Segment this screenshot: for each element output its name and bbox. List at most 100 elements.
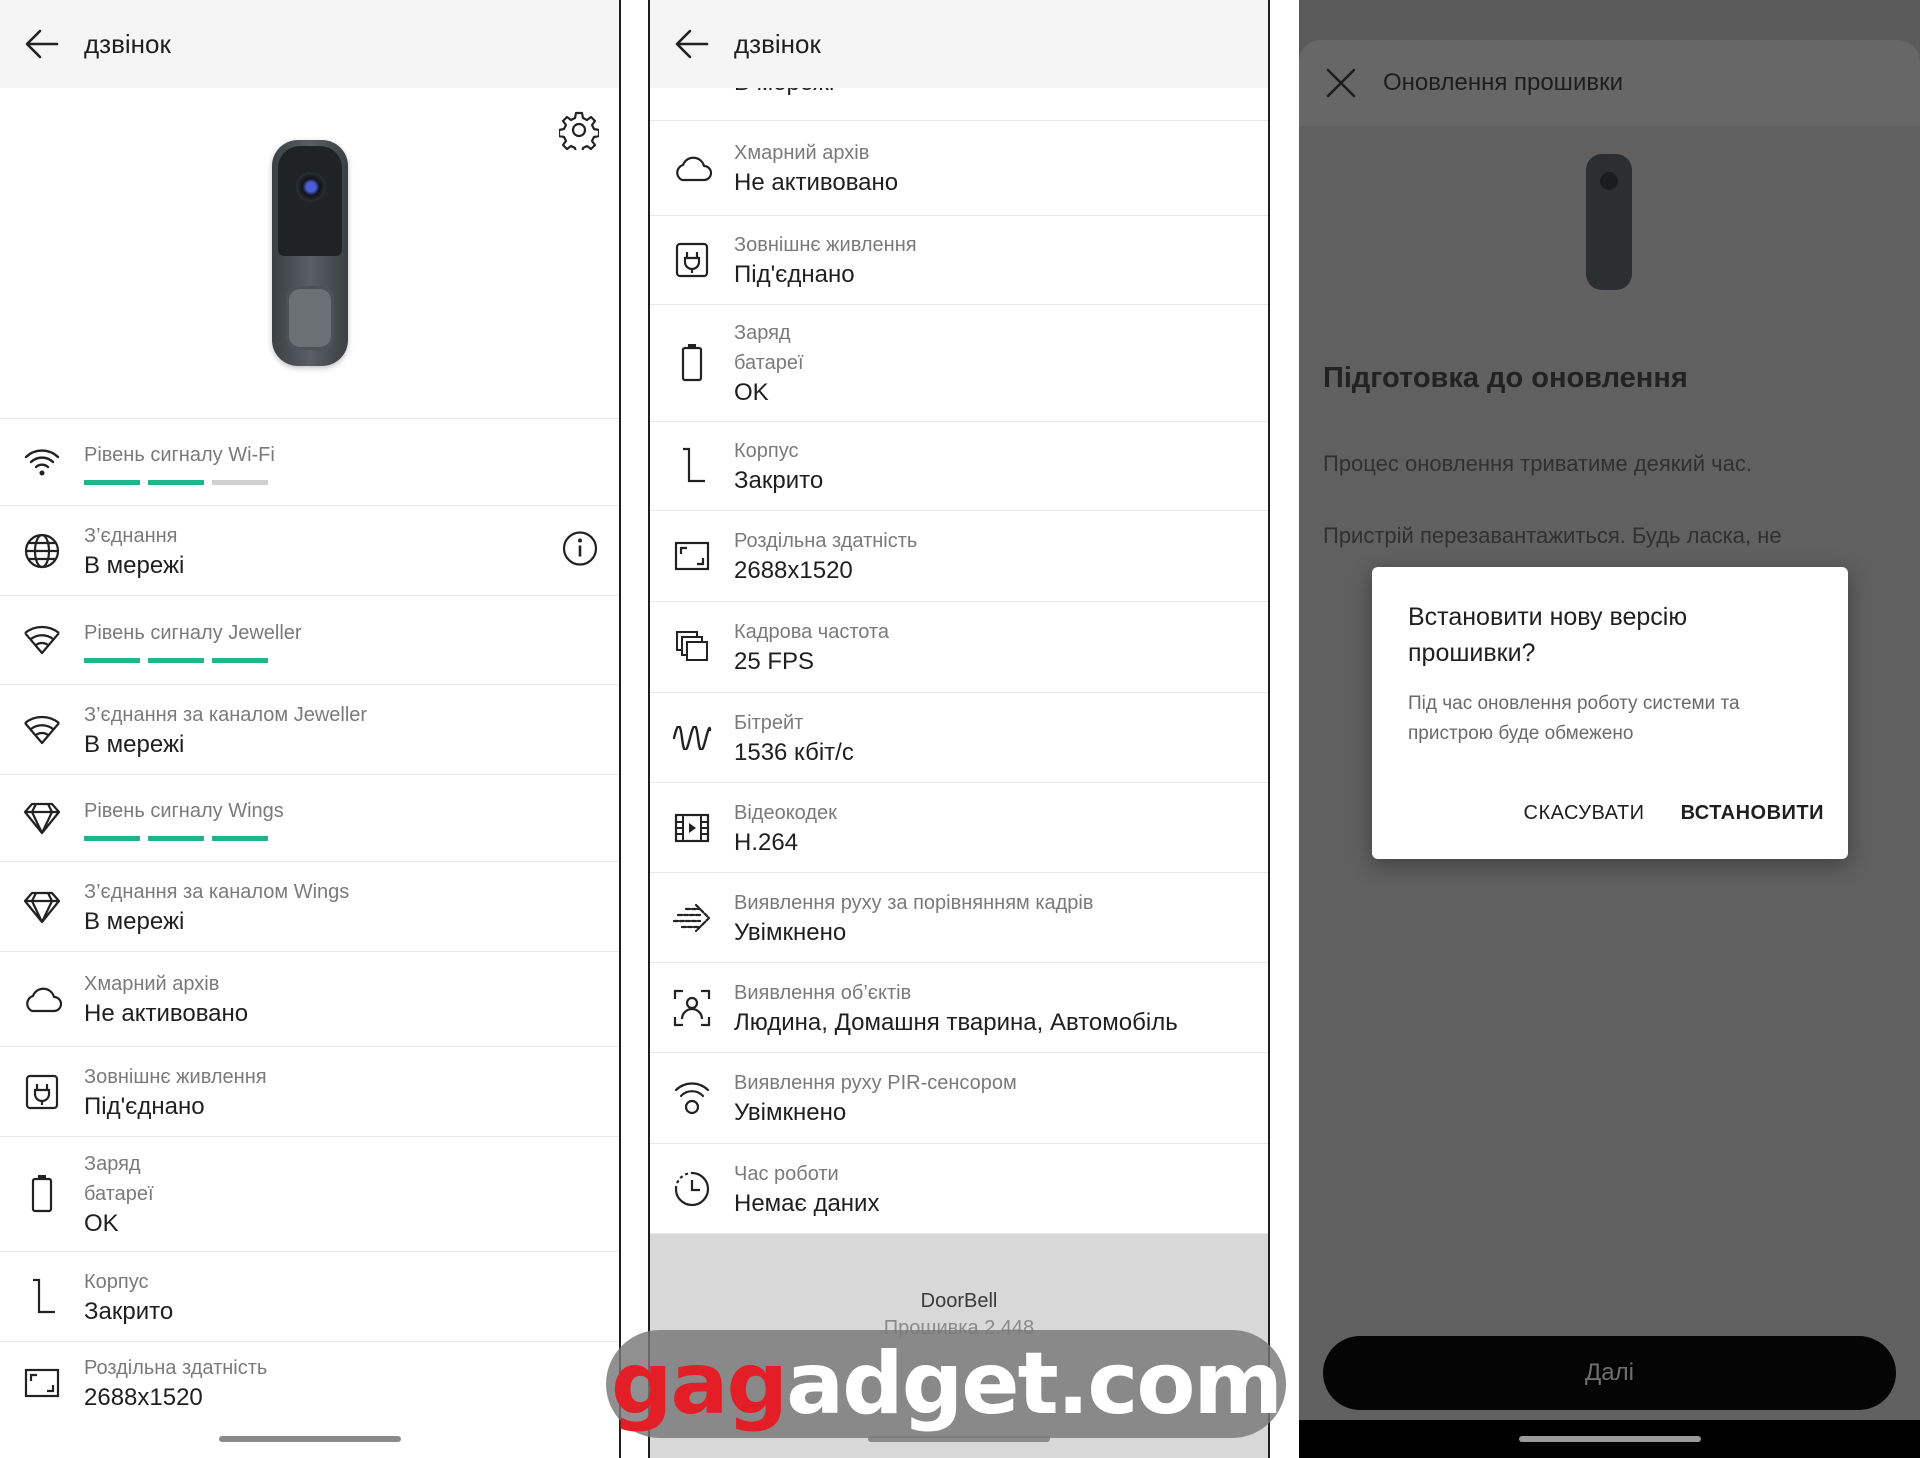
sheet-header: Оновлення прошивки xyxy=(1299,40,1920,126)
list-item-uptime[interactable]: Час роботи Немає даних xyxy=(650,1144,1268,1234)
list-item-resolution[interactable]: Роздільна здатність 2688x1520 xyxy=(0,1342,619,1424)
pir-sensor-icon xyxy=(650,1080,734,1116)
row-label: Кадрова частота xyxy=(734,621,889,643)
list-item-wings-signal[interactable]: Рівень сигналу Wings xyxy=(0,775,619,862)
doorbell-image xyxy=(272,140,348,366)
row-label: Заряд xyxy=(84,1153,141,1175)
resolution-icon xyxy=(650,541,734,571)
dialog-title: Встановити нову версію прошивки? xyxy=(1408,603,1688,667)
row-value: Під'єднано xyxy=(84,1092,205,1120)
list-item-frame-rate[interactable]: Кадрова частота 25 FPS xyxy=(650,602,1268,693)
watermark-part-1: ga xyxy=(610,1334,729,1434)
row-label-line2: батареї xyxy=(734,352,804,374)
sheet-title: Оновлення прошивки xyxy=(1383,69,1623,96)
row-label: Хмарний архів xyxy=(734,142,870,164)
cloud-icon xyxy=(650,154,734,182)
list-item-external-power[interactable]: Зовнішнє живлення Під'єднано xyxy=(650,216,1268,305)
row-label: Роздільна здатність xyxy=(734,530,918,552)
cancel-button[interactable]: СКАСУВАТИ xyxy=(1524,802,1645,825)
list-item-cloud-archive[interactable]: Хмарний архів Не активовано xyxy=(650,121,1268,216)
list-item-wings-connection[interactable]: З’єднання за каналом Wings В мережі xyxy=(0,862,619,952)
watermark-part-2: g xyxy=(726,1334,789,1434)
list-item-housing[interactable]: Корпус Закрито xyxy=(650,422,1268,511)
resolution-icon xyxy=(0,1368,84,1398)
list-item-wifi-signal[interactable]: Рівень сигналу Wi-Fi xyxy=(0,419,619,506)
row-label: Роздільна здатність xyxy=(84,1357,268,1379)
row-value: В мережі xyxy=(84,551,185,579)
list-item-video-codec[interactable]: Відеокодек H.264 xyxy=(650,783,1268,873)
wifi-icon xyxy=(0,447,84,477)
firmware-update-screen: Оновлення прошивки Підготовка до оновлен… xyxy=(1299,0,1920,1458)
row-label: З’єднання за каналом Jeweller xyxy=(84,703,368,726)
row-value: 2688x1520 xyxy=(734,557,853,584)
row-value: OK xyxy=(734,379,769,406)
list-item-battery[interactable]: Заряд батареї OK xyxy=(650,305,1268,422)
list-item-battery[interactable]: Заряд батареї OK xyxy=(0,1137,619,1252)
housing-icon xyxy=(0,1278,84,1316)
row-label-line2: батареї xyxy=(84,1183,154,1205)
signal-bars xyxy=(84,657,302,663)
row-value: OK xyxy=(84,1210,119,1237)
wings-icon xyxy=(0,890,84,924)
device-screen-left: дзвінок Рівень сигналу Wi-Fi З’єднання В… xyxy=(0,0,621,1458)
wings-icon xyxy=(0,801,84,835)
row-label: Час роботи xyxy=(734,1162,839,1185)
list-item-external-power[interactable]: Зовнішнє живлення Під'єднано xyxy=(0,1047,619,1137)
row-value: Закрито xyxy=(84,1297,174,1325)
row-label: Заряд xyxy=(734,322,791,344)
row-label: Відеокодек xyxy=(734,801,837,824)
row-label: Рівень сигналу Jeweller xyxy=(84,621,302,644)
row-value: Не активовано xyxy=(734,169,899,196)
install-button[interactable]: ВСТАНОВИТИ xyxy=(1681,802,1824,825)
list-item-pir-detection[interactable]: Виявлення руху PIR-сенсором Увімкнено xyxy=(650,1053,1268,1144)
list-item-resolution[interactable]: Роздільна здатність 2688x1520 xyxy=(650,511,1268,602)
row-value: H.264 xyxy=(734,828,799,856)
wave-icon xyxy=(650,725,734,750)
row-value: Увімкнено xyxy=(734,918,847,946)
jeweller-icon xyxy=(0,624,84,656)
globe-icon xyxy=(0,532,84,570)
motion-icon xyxy=(650,901,734,935)
back-arrow-icon[interactable] xyxy=(650,29,734,59)
row-value: Увімкнено xyxy=(734,1099,847,1126)
home-indicator xyxy=(218,1436,401,1442)
close-icon[interactable] xyxy=(1299,67,1383,99)
row-value: Людина, Домашня тварина, Автомобіль xyxy=(734,1008,1178,1036)
row-label: Зовнішнє живлення xyxy=(84,1065,267,1088)
row-label: Хмарний архів xyxy=(84,973,220,995)
battery-icon xyxy=(650,343,734,383)
page-title: дзвінок xyxy=(734,28,821,59)
list-item-housing[interactable]: Корпус Закрито xyxy=(0,1252,619,1342)
list-item-connection[interactable]: З’єднання В мережі xyxy=(0,506,619,596)
film-icon xyxy=(650,813,734,843)
device-model: DoorBell xyxy=(920,1290,998,1312)
row-value: В мережі xyxy=(84,907,185,935)
row-label: Корпус xyxy=(734,440,799,462)
list-item-bitrate[interactable]: Бітрейт 1536 кбіт/с xyxy=(650,693,1268,783)
power-plug-icon xyxy=(650,241,734,279)
row-label: Бітрейт xyxy=(734,711,804,734)
power-plug-icon xyxy=(0,1073,84,1111)
row-label: Рівень сигналу Wings xyxy=(84,799,284,822)
watermark-part-3: adget.com xyxy=(786,1334,1283,1434)
signal-bars xyxy=(84,835,284,841)
row-label: Виявлення об’єктів xyxy=(734,981,912,1004)
list-item-jeweller-connection[interactable]: З’єднання за каналом Jeweller В мережі xyxy=(0,685,619,775)
app-bar: дзвінок xyxy=(650,0,1268,88)
row-value: В мережі xyxy=(84,730,185,758)
update-text: Процес оновлення триватиме деякий час. xyxy=(1323,451,1752,476)
person-scan-icon xyxy=(650,989,734,1027)
list-item-cloud-archive[interactable]: Хмарний архів Не активовано xyxy=(0,952,619,1047)
list-item-object-detection[interactable]: Виявлення об’єктів Людина, Домашня твари… xyxy=(650,963,1268,1053)
gear-icon[interactable] xyxy=(557,110,601,155)
device-hero xyxy=(0,88,619,419)
back-arrow-icon[interactable] xyxy=(0,29,84,59)
list-item-motion-detection-frames[interactable]: Виявлення руху за порівнянням кадрів Уві… xyxy=(650,873,1268,963)
row-value: Не активовано xyxy=(84,1000,249,1027)
list-item-jeweller-signal[interactable]: Рівень сигналу Jeweller xyxy=(0,596,619,685)
next-button[interactable]: Далі xyxy=(1323,1336,1896,1410)
watermark-logo: ga g adget.com xyxy=(606,1330,1286,1438)
housing-icon xyxy=(650,447,734,485)
info-icon[interactable] xyxy=(561,529,599,572)
row-label: Рівень сигналу Wi-Fi xyxy=(84,443,275,466)
